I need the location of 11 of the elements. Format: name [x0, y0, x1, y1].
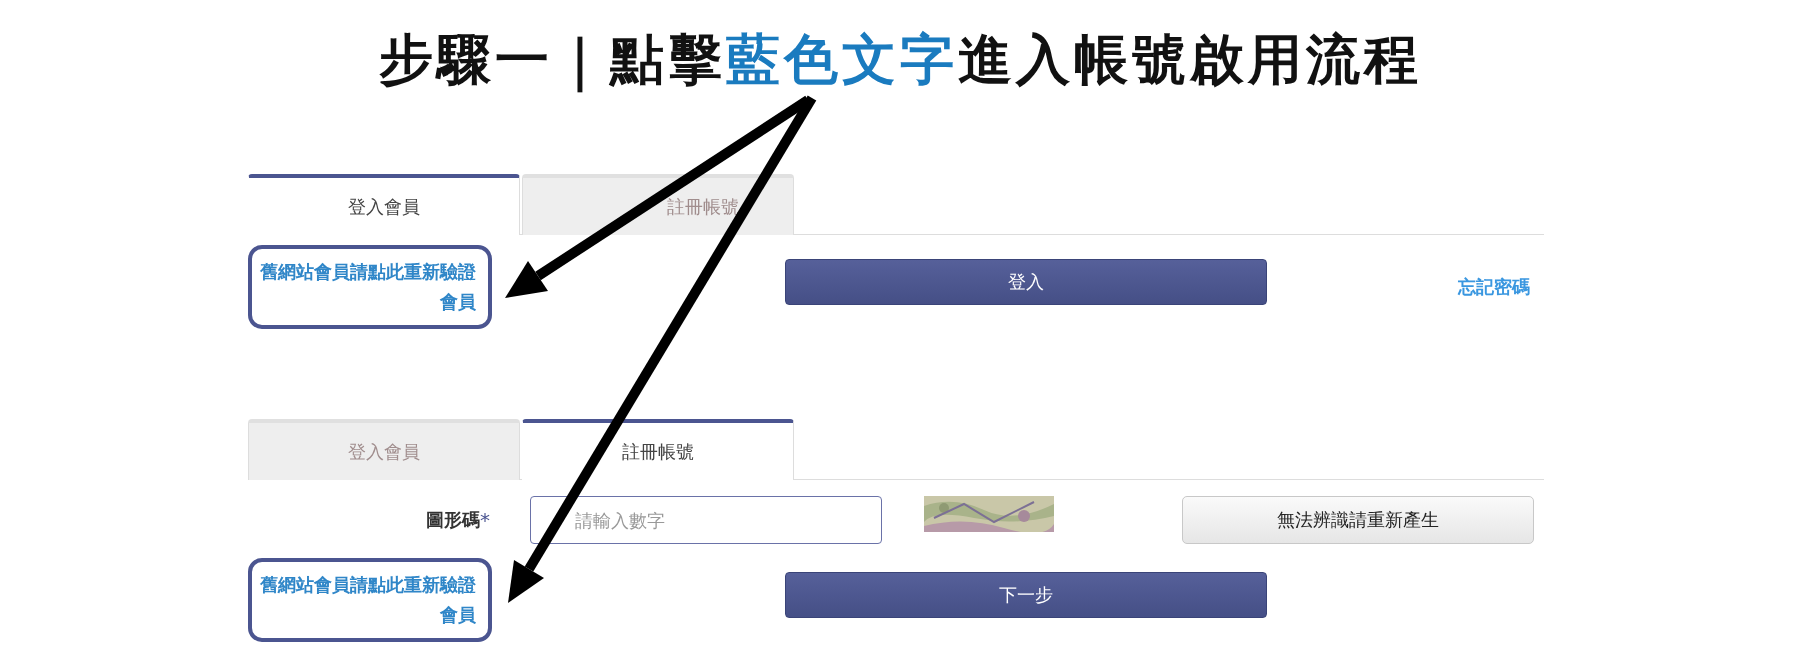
legacy-member-link[interactable]: 舊網站會員請點此重新驗證會員 [248, 558, 492, 642]
refresh-captcha-button[interactable]: 無法辨識請重新產生 [1182, 496, 1534, 544]
legacy-member-link[interactable]: 舊網站會員請點此重新驗證會員 [248, 245, 492, 329]
required-mark: * [480, 508, 490, 532]
captcha-input[interactable]: 請輸入數字 [530, 496, 882, 544]
field-label: 圖形碼 [425, 508, 480, 532]
next-step-button[interactable]: 下一步 [785, 572, 1267, 618]
tab[interactable]: 註冊帳號 [522, 419, 794, 480]
login-button[interactable]: 登入 [785, 259, 1267, 305]
page-title: 步驟一｜點擊藍色文字進入帳號啟用流程 [377, 27, 1423, 95]
tab[interactable]: 登入會員 [248, 174, 520, 235]
